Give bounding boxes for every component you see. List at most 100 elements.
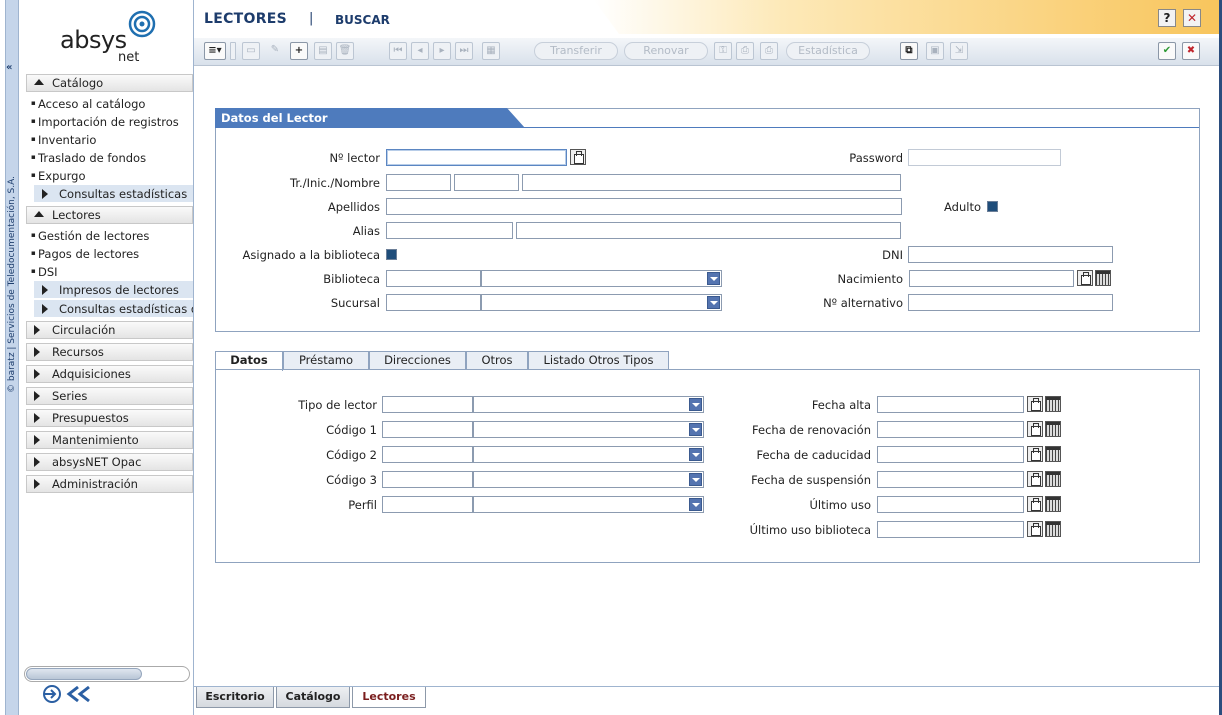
section-lectores[interactable]: Lectores [26, 206, 193, 224]
tab-prestamo[interactable]: Préstamo [283, 351, 369, 370]
scrollbar-thumb[interactable] [26, 668, 142, 680]
apellidos-input[interactable] [386, 198, 902, 215]
tab-datos[interactable]: Datos [215, 351, 283, 371]
lookup-icon[interactable] [1027, 446, 1043, 462]
chevron-down-icon[interactable] [689, 473, 702, 486]
fecha-caducidad-input[interactable] [877, 446, 1024, 463]
lookup-icon[interactable] [1027, 421, 1043, 437]
fecha-suspension-input[interactable] [877, 471, 1024, 488]
submenu-consultas-estadisticas-lectores[interactable]: Consultas estadísticas de lectores [34, 300, 193, 318]
alias-input[interactable] [386, 222, 513, 239]
add-button[interactable]: + [290, 42, 308, 60]
lookup-icon[interactable] [1027, 521, 1043, 537]
search-link[interactable]: BUSCAR [335, 13, 390, 27]
nacimiento-input[interactable] [909, 270, 1074, 287]
lookup-icon[interactable] [1027, 496, 1043, 512]
alias-extra-input[interactable] [516, 222, 901, 239]
lookup-icon[interactable] [1027, 471, 1043, 487]
chevron-down-icon[interactable] [707, 272, 720, 285]
iniciales-input[interactable] [454, 174, 519, 191]
tipo-lector-select[interactable] [473, 396, 704, 413]
lookup-icon[interactable] [570, 149, 586, 165]
calendar-icon[interactable] [1045, 521, 1061, 537]
help-button[interactable]: ? [1158, 9, 1176, 27]
tab-otros[interactable]: Otros [466, 351, 528, 370]
menu-dsi[interactable]: DSI [31, 265, 57, 279]
codigo-3-select[interactable] [473, 471, 704, 488]
collapse-sidebar-icon[interactable]: « [6, 62, 12, 73]
accept-check-icon[interactable]: ✔ [1158, 42, 1176, 60]
calendar-icon[interactable] [1045, 421, 1061, 437]
codigo-1-select[interactable] [473, 421, 704, 438]
close-button[interactable]: ✕ [1183, 9, 1201, 27]
section-adquisiciones[interactable]: Adquisiciones [26, 365, 193, 383]
section-circulacion[interactable]: Circulación [26, 321, 193, 339]
ultimo-uso-input[interactable] [877, 496, 1024, 513]
calendar-icon[interactable] [1095, 270, 1111, 286]
label-dni: DNI [882, 248, 903, 262]
tipo-lector-code-input[interactable] [382, 396, 473, 413]
section-presupuestos[interactable]: Presupuestos [26, 409, 193, 427]
section-absysnet-opac[interactable]: absysNET Opac [26, 453, 193, 471]
section-administracion[interactable]: Administración [26, 475, 193, 493]
fecha-renovacion-input[interactable] [877, 421, 1024, 438]
tratamiento-input[interactable] [386, 174, 451, 191]
chevron-down-icon[interactable] [689, 398, 702, 411]
chevron-down-icon[interactable] [689, 448, 702, 461]
adulto-checkbox[interactable] [987, 201, 998, 212]
chevron-down-icon[interactable] [689, 423, 702, 436]
ultimo-uso-biblioteca-input[interactable] [877, 521, 1024, 538]
double-left-arrow-icon[interactable] [66, 684, 92, 704]
password-input[interactable] [908, 149, 1061, 166]
asignado-checkbox[interactable] [386, 249, 397, 260]
sucursal-code-input[interactable] [386, 294, 481, 311]
num-alternativo-input[interactable] [908, 294, 1113, 311]
menu-traslado-fondos[interactable]: Traslado de fondos [31, 151, 146, 165]
tab-escritorio[interactable]: Escritorio [196, 687, 274, 708]
codigo-2-select[interactable] [473, 446, 704, 463]
calendar-icon[interactable] [1045, 496, 1061, 512]
nombre-input[interactable] [522, 174, 901, 191]
calendar-icon[interactable] [1045, 396, 1061, 412]
tab-lectores[interactable]: Lectores [352, 687, 426, 708]
tab-catalogo[interactable]: Catálogo [276, 687, 350, 708]
tab-listado-otros-tipos[interactable]: Listado Otros Tipos [528, 351, 669, 370]
dni-input[interactable] [908, 246, 1113, 263]
lookup-icon[interactable] [1077, 270, 1093, 286]
codigo-3-code-input[interactable] [382, 471, 473, 488]
biblioteca-select[interactable] [481, 270, 722, 287]
menu-importacion-registros[interactable]: Importación de registros [31, 115, 179, 129]
tab-direcciones[interactable]: Direcciones [369, 351, 466, 370]
section-recursos[interactable]: Recursos [26, 343, 193, 361]
section-catalogo[interactable]: Catálogo [26, 74, 193, 92]
cancel-icon[interactable]: ✖ [1182, 42, 1200, 60]
menu-gestion-lectores[interactable]: Gestión de lectores [31, 229, 149, 243]
codigo-1-code-input[interactable] [382, 421, 473, 438]
sucursal-select[interactable] [481, 294, 722, 311]
submenu-impresos-lectores[interactable]: Impresos de lectores [34, 281, 193, 299]
menu-acceso-catalogo[interactable]: Acceso al catálogo [31, 97, 145, 111]
biblioteca-code-input[interactable] [386, 270, 481, 287]
section-series[interactable]: Series [26, 387, 193, 405]
menu-pagos-lectores[interactable]: Pagos de lectores [31, 247, 139, 261]
codigo-2-code-input[interactable] [382, 446, 473, 463]
calendar-icon[interactable] [1045, 471, 1061, 487]
menu-expurgo[interactable]: Expurgo [31, 169, 85, 183]
chevron-down-icon[interactable] [707, 296, 720, 309]
label-fecha-caducidad: Fecha de caducidad [756, 448, 871, 462]
fecha-alta-input[interactable] [877, 396, 1024, 413]
expand-arrow-icon [34, 457, 40, 467]
perfil-code-input[interactable] [382, 496, 473, 513]
chevron-down-icon[interactable] [689, 498, 702, 511]
section-mantenimiento[interactable]: Mantenimiento [26, 431, 193, 449]
duplicate-icon[interactable]: ⧉ [900, 42, 918, 60]
view-menu-button[interactable]: ≡▾ [204, 42, 226, 60]
calendar-icon[interactable] [1045, 446, 1061, 462]
logout-icon[interactable] [42, 684, 64, 704]
perfil-select[interactable] [473, 496, 704, 513]
menu-inventario[interactable]: Inventario [31, 133, 96, 147]
lookup-icon[interactable] [1027, 396, 1043, 412]
submenu-consultas-estadisticas[interactable]: Consultas estadísticas [34, 185, 193, 203]
num-lector-input[interactable] [386, 149, 567, 166]
sidebar-scrollbar[interactable] [24, 666, 190, 682]
